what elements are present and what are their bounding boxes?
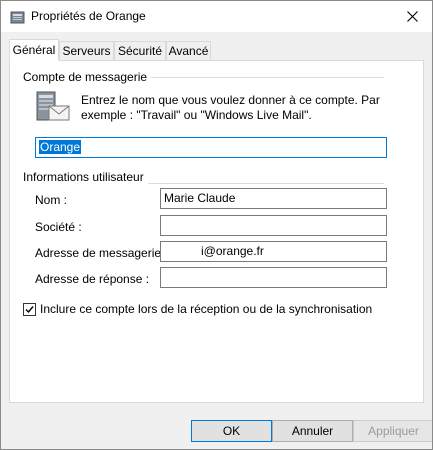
mail-account-icon (36, 91, 70, 121)
name-input[interactable]: Marie Claude (160, 188, 387, 209)
email-value: i@orange.fr (201, 244, 264, 258)
user-group-title: Informations utilisateur (23, 170, 148, 184)
close-button[interactable] (392, 1, 432, 32)
properties-dialog: Propriétés de Orange Général Serveurs Sé… (0, 0, 433, 450)
tab-advanced[interactable]: Avancé (166, 41, 211, 60)
email-label: Adresse de messagerie : (35, 246, 168, 260)
checkmark-icon (25, 306, 34, 314)
company-label: Société : (35, 220, 82, 234)
mail-app-icon (10, 11, 25, 24)
cancel-button[interactable]: Annuler (272, 420, 353, 442)
company-input[interactable] (160, 215, 387, 236)
close-icon (406, 11, 418, 22)
apply-button[interactable]: Appliquer (353, 420, 432, 442)
reply-input[interactable] (160, 267, 387, 288)
tab-general[interactable]: Général (9, 39, 59, 61)
tab-security[interactable]: Sécurité (114, 41, 166, 60)
name-label: Nom : (35, 193, 68, 207)
account-name-value: Orange (39, 140, 82, 154)
tab-servers[interactable]: Serveurs (59, 41, 114, 60)
include-account-checkbox[interactable] (23, 303, 36, 316)
name-value: Marie Claude (164, 191, 236, 205)
title-bar: Propriétés de Orange (1, 1, 432, 32)
window-title: Propriétés de Orange (31, 9, 146, 23)
include-account-label: Inclure ce compte lors de la réception o… (40, 302, 373, 316)
account-description: Entrez le nom que vous voulez donner à c… (81, 93, 380, 122)
account-name-input[interactable]: Orange (35, 137, 387, 158)
ok-button[interactable]: OK (191, 420, 272, 442)
account-group-title: Compte de messagerie (23, 70, 152, 84)
reply-label: Adresse de réponse : (35, 272, 150, 286)
email-input[interactable]: i@orange.fr (160, 241, 387, 262)
